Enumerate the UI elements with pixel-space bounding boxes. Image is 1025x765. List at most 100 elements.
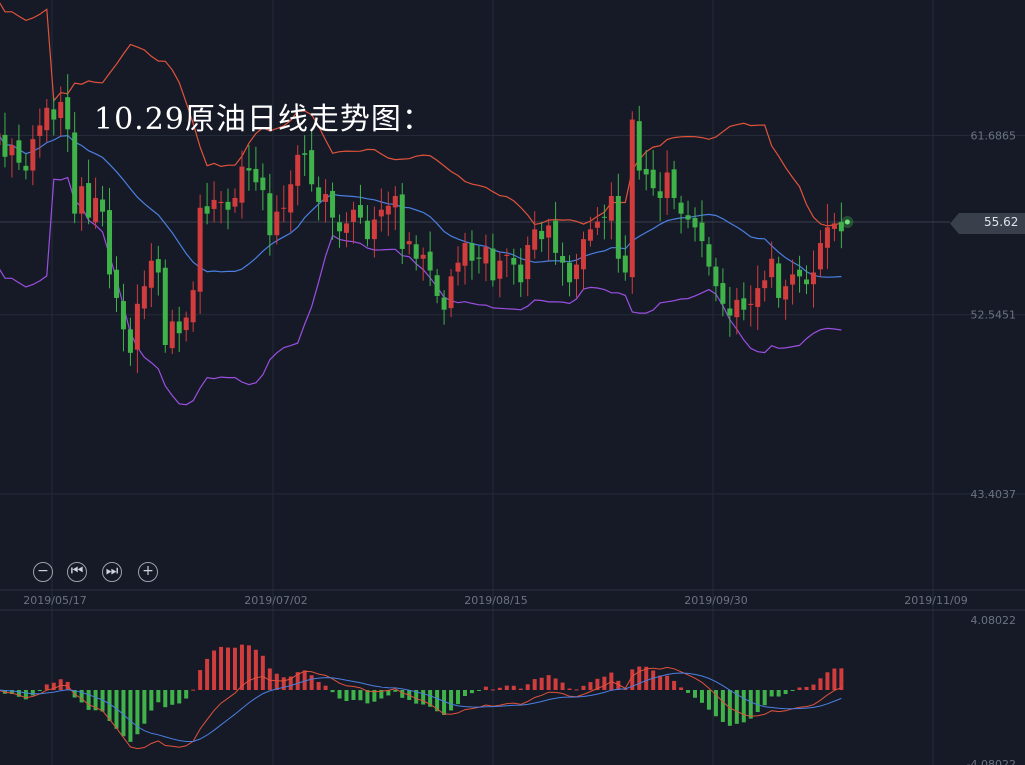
candle-body: [720, 283, 726, 304]
candle-body: [511, 257, 517, 265]
candle-body: [72, 132, 78, 214]
macd-histogram-bar: [316, 682, 321, 690]
candle-body: [713, 266, 719, 287]
candle-body: [455, 262, 461, 272]
zoom-in-icon[interactable]: +: [138, 562, 158, 582]
macd-histogram-bar: [581, 685, 586, 690]
macd-histogram-bar: [337, 690, 342, 699]
step-back-icon[interactable]: ⏮: [67, 562, 87, 582]
candle-body: [316, 187, 322, 202]
candle-body: [141, 286, 147, 309]
candle-body: [636, 121, 642, 171]
macd-histogram-bar: [720, 690, 725, 722]
macd-histogram-bar: [560, 682, 565, 690]
candle-body: [120, 301, 126, 330]
candle-body: [783, 286, 789, 300]
candle-body: [274, 211, 280, 236]
candle-body: [295, 154, 301, 186]
candle-body: [37, 125, 43, 137]
macd-histogram-bar: [358, 690, 363, 701]
macd-histogram-bar: [783, 690, 788, 695]
candle-body: [204, 206, 210, 214]
macd-histogram-bar: [170, 690, 175, 705]
macd-histogram-bar: [748, 690, 753, 719]
y-tick-label: 52.5451: [971, 309, 1017, 322]
candle-body: [302, 153, 308, 155]
macd-histogram-bar: [797, 687, 802, 690]
candle-body: [525, 245, 531, 280]
candle-body: [817, 243, 823, 270]
macd-histogram-bar: [651, 670, 656, 690]
macd-histogram-bar: [741, 690, 746, 723]
candle-body: [469, 243, 475, 261]
candle-body: [560, 255, 566, 263]
candle-body: [810, 272, 816, 285]
candle-body: [51, 109, 57, 120]
macd-histogram-bar: [44, 684, 49, 690]
chart-stage: { "title": "10.29原油日线走势图：", "colors": {"…: [0, 0, 1025, 765]
macd-histogram-bar: [177, 690, 182, 704]
macd-histogram-bar: [602, 676, 607, 690]
macd-histogram-bar: [449, 690, 454, 711]
macd-histogram-bar: [239, 644, 244, 690]
candle-body: [148, 260, 154, 288]
candle-body: [246, 168, 252, 171]
candle-body: [309, 150, 315, 185]
macd-histogram-bar: [504, 685, 509, 690]
macd-histogram-bar: [672, 680, 677, 690]
candle-body: [831, 223, 837, 229]
zoom-out-icon[interactable]: −: [33, 562, 53, 582]
macd-histogram-bar: [128, 690, 133, 742]
candle-body: [448, 276, 454, 309]
candle-body: [281, 207, 287, 209]
macd-histogram-bar: [679, 687, 684, 690]
step-forward-icon[interactable]: ⏭: [102, 562, 122, 582]
macd-histogram-bar: [191, 689, 196, 691]
macd-histogram-bar: [832, 668, 837, 690]
candle-body: [134, 303, 140, 350]
macd-histogram-bar: [658, 675, 663, 690]
candle-body: [650, 169, 656, 189]
macd-histogram-bar: [149, 690, 154, 711]
candle-body: [748, 303, 754, 305]
macd-histogram-bar: [665, 675, 670, 690]
candle-body: [553, 220, 559, 253]
candle-body: [225, 201, 231, 210]
macd-histogram-bar: [163, 690, 168, 708]
candle-body: [350, 209, 356, 222]
macd-histogram-bar: [574, 689, 579, 691]
macd-histogram-bar: [776, 690, 781, 697]
x-tick-label: 2019/08/15: [464, 594, 527, 607]
macd-histogram-bar: [686, 690, 691, 693]
candle-body: [824, 227, 830, 248]
x-tick-label: 2019/09/30: [684, 594, 747, 607]
macd-histogram-bar: [232, 647, 237, 690]
macd-histogram-bar: [567, 688, 572, 690]
macd-histogram-bar: [637, 666, 642, 690]
candle-body: [197, 207, 203, 292]
candle-body: [497, 260, 503, 279]
candle-body: [490, 248, 496, 281]
candle-body: [755, 288, 761, 307]
candle-body: [155, 259, 161, 273]
candle-body: [100, 199, 106, 212]
macd-histogram-bar: [365, 690, 370, 704]
candle-body: [385, 205, 391, 215]
macd-histogram-bar: [219, 646, 224, 690]
candle-body: [629, 119, 635, 278]
candle-body: [344, 223, 349, 233]
macd-histogram-bar: [37, 690, 42, 691]
candle-body: [797, 269, 803, 277]
candle-body: [9, 145, 15, 156]
macd-histogram-bar: [107, 690, 112, 721]
y-tick-label: 61.6865: [971, 130, 1017, 143]
candle-body: [790, 274, 796, 285]
candle-body: [420, 254, 426, 259]
candle-body: [741, 298, 747, 310]
candle-body: [567, 262, 573, 283]
candle-body: [211, 199, 217, 209]
candle-body: [86, 183, 92, 218]
candle-body: [601, 216, 607, 218]
candle-body: [476, 257, 482, 259]
candle-body: [79, 186, 85, 214]
